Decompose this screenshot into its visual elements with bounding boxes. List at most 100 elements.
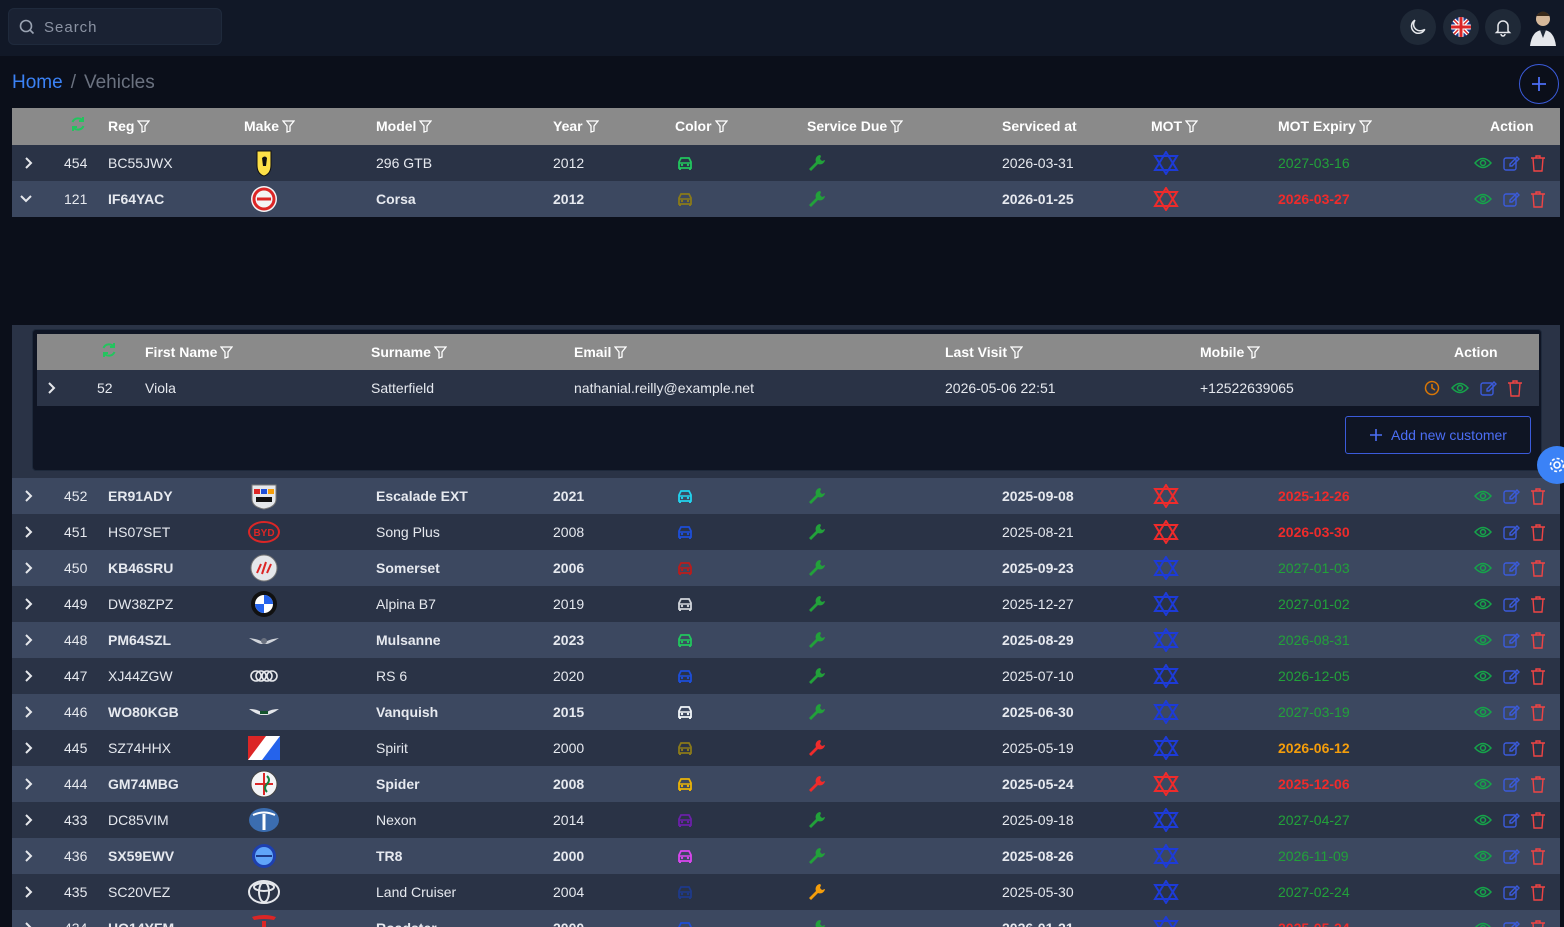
delete-icon[interactable] — [1530, 478, 1546, 514]
filter-icon[interactable] — [1009, 346, 1024, 359]
col-last-visit[interactable]: Last Visit — [945, 334, 1024, 371]
edit-icon[interactable] — [1502, 586, 1520, 622]
view-icon[interactable] — [1474, 622, 1492, 658]
view-icon[interactable] — [1474, 730, 1492, 766]
edit-icon[interactable] — [1502, 766, 1520, 802]
filter-icon[interactable] — [1184, 120, 1199, 133]
edit-icon[interactable] — [1502, 622, 1520, 658]
refresh-icon[interactable] — [97, 334, 118, 371]
delete-icon[interactable] — [1530, 550, 1546, 586]
table-row[interactable]: 450 KB46SRU Somerset 2006 2025-09-23 2027-01-… — [12, 550, 1560, 586]
customer-row[interactable]: 52 Viola Satterfield nathanial.reilly@ex… — [37, 370, 1539, 406]
table-row[interactable]: 452 ER91ADY Escalade EXT 2021 2025-09-08 2025… — [12, 478, 1560, 514]
col-mot[interactable]: MOT — [1151, 108, 1199, 145]
col-color[interactable]: Color — [675, 108, 728, 145]
user-avatar[interactable] — [1528, 8, 1558, 46]
filter-icon[interactable] — [137, 120, 151, 133]
view-icon[interactable] — [1474, 694, 1492, 730]
view-icon[interactable] — [1474, 586, 1492, 622]
view-icon[interactable] — [1474, 838, 1492, 874]
edit-icon[interactable] — [1502, 145, 1520, 181]
expand-chevron-icon[interactable] — [24, 658, 34, 694]
table-row[interactable]: 451 HS07SET BYD Song Plus 2008 2025-08-21 2026… — [12, 514, 1560, 550]
filter-icon[interactable] — [614, 346, 628, 359]
language-selector[interactable] — [1443, 9, 1479, 45]
col-model[interactable]: Model — [376, 108, 433, 145]
view-icon[interactable] — [1474, 181, 1492, 217]
breadcrumb-home[interactable]: Home — [12, 72, 63, 93]
view-icon[interactable] — [1474, 550, 1492, 586]
expand-chevron-icon[interactable] — [24, 910, 34, 927]
delete-icon[interactable] — [1530, 874, 1546, 910]
delete-icon[interactable] — [1530, 658, 1546, 694]
view-icon[interactable] — [1474, 478, 1492, 514]
col-email[interactable]: Email — [574, 334, 628, 371]
expand-chevron-icon[interactable] — [24, 802, 34, 838]
table-row[interactable]: 436 SX59EWV TR8 2000 2025-08-26 2026-11-09 — [12, 838, 1560, 874]
edit-icon[interactable] — [1502, 478, 1520, 514]
filter-icon[interactable] — [889, 120, 904, 133]
table-row[interactable]: 449 DW38ZPZ Alpina B7 2019 2025-12-27 2027-01… — [12, 586, 1560, 622]
col-service-due[interactable]: Service Due — [807, 108, 904, 145]
delete-icon[interactable] — [1530, 838, 1546, 874]
col-first-name[interactable]: First Name — [145, 334, 234, 371]
edit-icon[interactable] — [1502, 802, 1520, 838]
view-icon[interactable] — [1474, 514, 1492, 550]
delete-icon[interactable] — [1530, 181, 1546, 217]
expand-chevron-icon[interactable] — [24, 586, 34, 622]
table-row[interactable]: 433 DC85VIM Nexon 2014 2025-09-18 2027-04-27 — [12, 802, 1560, 838]
edit-icon[interactable] — [1479, 370, 1497, 406]
filter-icon[interactable] — [1246, 346, 1261, 359]
table-row[interactable]: 121 IF64YAC Corsa 2012 2026-01-25 2026-03-27 — [12, 181, 1560, 217]
edit-icon[interactable] — [1502, 838, 1520, 874]
col-surname[interactable]: Surname — [371, 334, 448, 371]
table-row[interactable]: 446 WO80KGB Vanquish 2015 2025-06-30 2027-03-… — [12, 694, 1560, 730]
table-row[interactable]: 445 SZ74HHX Spirit 2000 2025-05-19 2026-06-12 — [12, 730, 1560, 766]
expand-chevron-icon[interactable] — [24, 514, 34, 550]
search-box[interactable]: Search — [8, 8, 222, 45]
view-icon[interactable] — [1474, 910, 1492, 927]
edit-icon[interactable] — [1502, 514, 1520, 550]
col-mot-expiry[interactable]: MOT Expiry — [1278, 108, 1373, 145]
col-year[interactable]: Year — [553, 108, 599, 145]
delete-icon[interactable] — [1530, 766, 1546, 802]
expand-chevron-icon[interactable] — [24, 694, 34, 730]
edit-icon[interactable] — [1502, 874, 1520, 910]
filter-icon[interactable] — [433, 346, 448, 359]
expand-chevron-icon[interactable] — [47, 370, 57, 406]
col-make[interactable]: Make — [244, 108, 296, 145]
expand-chevron-icon[interactable] — [20, 181, 32, 217]
filter-icon[interactable] — [1358, 120, 1373, 133]
edit-icon[interactable] — [1502, 694, 1520, 730]
view-icon[interactable] — [1474, 874, 1492, 910]
expand-chevron-icon[interactable] — [24, 145, 34, 181]
view-icon[interactable] — [1474, 766, 1492, 802]
expand-chevron-icon[interactable] — [24, 838, 34, 874]
filter-icon[interactable] — [281, 120, 296, 133]
filter-icon[interactable] — [585, 120, 599, 133]
col-reg[interactable]: Reg — [108, 108, 151, 145]
dark-mode-toggle[interactable] — [1400, 9, 1436, 45]
refresh-icon[interactable] — [66, 108, 87, 145]
notifications-button[interactable] — [1485, 9, 1521, 45]
expand-chevron-icon[interactable] — [24, 478, 34, 514]
col-mobile[interactable]: Mobile — [1200, 334, 1261, 371]
table-row[interactable]: 434 HO14YFM Roadster 2000 2026-01-21 2025-05-… — [12, 910, 1560, 927]
view-icon[interactable] — [1474, 145, 1492, 181]
view-icon[interactable] — [1474, 802, 1492, 838]
view-icon[interactable] — [1451, 370, 1469, 406]
filter-icon[interactable] — [220, 346, 234, 359]
edit-icon[interactable] — [1502, 730, 1520, 766]
delete-icon[interactable] — [1530, 622, 1546, 658]
delete-icon[interactable] — [1530, 730, 1546, 766]
table-row[interactable]: 454 BC55JWX 296 GTB 2012 2026-03-31 2027-03-1… — [12, 145, 1560, 181]
add-new-customer-button[interactable]: Add new customer — [1345, 416, 1531, 454]
filter-icon[interactable] — [419, 120, 433, 133]
delete-icon[interactable] — [1530, 694, 1546, 730]
expand-chevron-icon[interactable] — [24, 730, 34, 766]
delete-icon[interactable] — [1530, 586, 1546, 622]
expand-chevron-icon[interactable] — [24, 874, 34, 910]
edit-icon[interactable] — [1502, 658, 1520, 694]
edit-icon[interactable] — [1502, 910, 1520, 927]
delete-icon[interactable] — [1530, 910, 1546, 927]
